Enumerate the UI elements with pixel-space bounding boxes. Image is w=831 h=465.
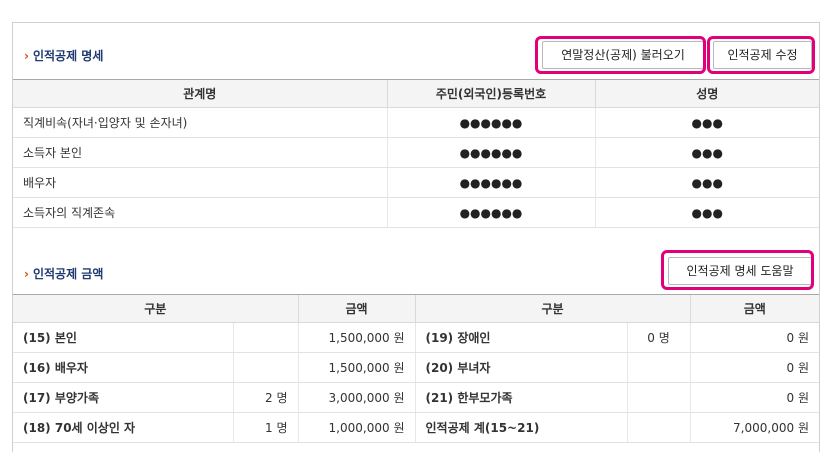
name-cell: ●●● bbox=[594, 167, 819, 198]
amount-value: 1,500,000 bbox=[328, 361, 390, 375]
category-label-right: (20) 부녀자 bbox=[414, 352, 627, 383]
amount-cell-right: 0 원 bbox=[689, 382, 819, 413]
amount-value: 7,000,000 bbox=[733, 421, 795, 435]
count-cell-right: 0 명 bbox=[626, 322, 690, 353]
amount-value: 0 bbox=[786, 331, 795, 345]
currency-unit: 원 bbox=[393, 331, 405, 345]
table-row: 소득자의 직계존속 ●●●●●● ●●● bbox=[13, 197, 819, 228]
currency-unit: 원 bbox=[393, 361, 405, 375]
count-cell-left: 1 명 bbox=[232, 412, 298, 443]
amount-value: 0 bbox=[786, 361, 795, 375]
table-row: 직계비속(자녀·입양자 및 손자녀) ●●●●●● ●●● bbox=[13, 107, 819, 138]
currency-unit: 원 bbox=[393, 391, 405, 405]
id-number-cell: ●●●●●● bbox=[386, 107, 595, 138]
category-label-left: (17) 부양가족 bbox=[13, 382, 233, 413]
edit-deduction-button[interactable]: 인적공제 수정 bbox=[713, 41, 812, 69]
table-header-row: 구분 금액 구분 금액 bbox=[13, 294, 819, 323]
deduction-panel: › 인적공제 명세 연말정산(공제) 불러오기 인적공제 수정 관계명 주민(외국… bbox=[12, 22, 820, 452]
column-header-category-left: 구분 bbox=[13, 294, 298, 323]
chevron-right-icon: › bbox=[24, 267, 29, 281]
currency-unit: 원 bbox=[797, 331, 809, 345]
column-header-relation: 관계명 bbox=[13, 79, 387, 108]
count-cell-right bbox=[626, 382, 690, 413]
currency-unit: 원 bbox=[393, 421, 405, 435]
column-header-amount-right: 금액 bbox=[689, 294, 819, 323]
column-header-amount-left: 금액 bbox=[297, 294, 415, 323]
table-row: 배우자 ●●●●●● ●●● bbox=[13, 167, 819, 198]
name-cell: ●●● bbox=[594, 137, 819, 168]
relation-cell: 배우자 bbox=[13, 167, 387, 198]
deduction-amount-table: 구분 금액 구분 금액 (15) 본인 1,500,000 원 (19) 장애인 0 … bbox=[13, 294, 819, 443]
category-label-left: (18) 70세 이상인 자 bbox=[13, 412, 233, 443]
amount-value: 1,500,000 bbox=[328, 331, 390, 345]
id-number-cell: ●●●●●● bbox=[386, 197, 595, 228]
detail-section-header: › 인적공제 명세 연말정산(공제) 불러오기 인적공제 수정 bbox=[13, 37, 819, 71]
name-cell: ●●● bbox=[594, 197, 819, 228]
relation-cell: 소득자 본인 bbox=[13, 137, 387, 168]
count-cell-left bbox=[232, 322, 298, 353]
table-row: 소득자 본인 ●●●●●● ●●● bbox=[13, 137, 819, 168]
column-header-id-number: 주민(외국인)등록번호 bbox=[386, 79, 595, 108]
amount-value: 1,000,000 bbox=[328, 421, 390, 435]
amount-section-header: › 인적공제 금액 인적공제 명세 도움말 bbox=[13, 255, 819, 289]
amount-cell-right: 0 원 bbox=[689, 352, 819, 383]
amount-cell-right: 0 원 bbox=[689, 322, 819, 353]
chevron-right-icon: › bbox=[24, 49, 29, 63]
amount-cell-left: 1,500,000 원 bbox=[297, 322, 415, 353]
column-header-category-right: 구분 bbox=[414, 294, 690, 323]
table-row: (15) 본인 1,500,000 원 (19) 장애인 0 명0 원 bbox=[13, 322, 819, 353]
load-deduction-button[interactable]: 연말정산(공제) 불러오기 bbox=[542, 41, 704, 69]
deduction-detail-table: 관계명 주민(외국인)등록번호 성명 직계비속(자녀·입양자 및 손자녀) ●●… bbox=[13, 79, 819, 228]
count-cell-right bbox=[626, 352, 690, 383]
relation-cell: 직계비속(자녀·입양자 및 손자녀) bbox=[13, 107, 387, 138]
column-header-name: 성명 bbox=[594, 79, 819, 108]
currency-unit: 원 bbox=[797, 391, 809, 405]
table-row: (16) 배우자 1,500,000 원 (20) 부녀자 0 원 bbox=[13, 352, 819, 383]
id-number-cell: ●●●●●● bbox=[386, 137, 595, 168]
amount-section-title: › 인적공제 금액 bbox=[24, 265, 103, 282]
amount-section-title-text: 인적공제 금액 bbox=[32, 267, 104, 281]
detail-section-title-text: 인적공제 명세 bbox=[32, 49, 104, 63]
count-cell-right bbox=[626, 412, 690, 443]
category-label-right: 인적공제 계(15~21) bbox=[414, 412, 627, 443]
table-row: (17) 부양가족 2 명 3,000,000 원 (21) 한부모가족 0 원 bbox=[13, 382, 819, 413]
currency-unit: 원 bbox=[797, 361, 809, 375]
deduction-help-button[interactable]: 인적공제 명세 도움말 bbox=[668, 257, 812, 285]
table-row: (18) 70세 이상인 자1 명 1,000,000 원 인적공제 계(15~21… bbox=[13, 412, 819, 443]
currency-unit: 원 bbox=[797, 421, 809, 435]
amount-value: 3,000,000 bbox=[328, 391, 390, 405]
relation-cell: 소득자의 직계존속 bbox=[13, 197, 387, 228]
table-header-row: 관계명 주민(외국인)등록번호 성명 bbox=[13, 79, 819, 108]
amount-cell-left: 1,000,000 원 bbox=[297, 412, 415, 443]
detail-section-title: › 인적공제 명세 bbox=[24, 47, 103, 64]
id-number-cell: ●●●●●● bbox=[386, 167, 595, 198]
category-label-right: (19) 장애인 bbox=[414, 322, 627, 353]
category-label-left: (16) 배우자 bbox=[13, 352, 233, 383]
count-cell-left bbox=[232, 352, 298, 383]
amount-value: 0 bbox=[786, 391, 795, 405]
amount-cell-left: 1,500,000 원 bbox=[297, 352, 415, 383]
amount-cell-left: 3,000,000 원 bbox=[297, 382, 415, 413]
name-cell: ●●● bbox=[594, 107, 819, 138]
category-label-right: (21) 한부모가족 bbox=[414, 382, 627, 413]
category-label-left: (15) 본인 bbox=[13, 322, 233, 353]
amount-cell-right: 7,000,000 원 bbox=[689, 412, 819, 443]
count-cell-left: 2 명 bbox=[232, 382, 298, 413]
